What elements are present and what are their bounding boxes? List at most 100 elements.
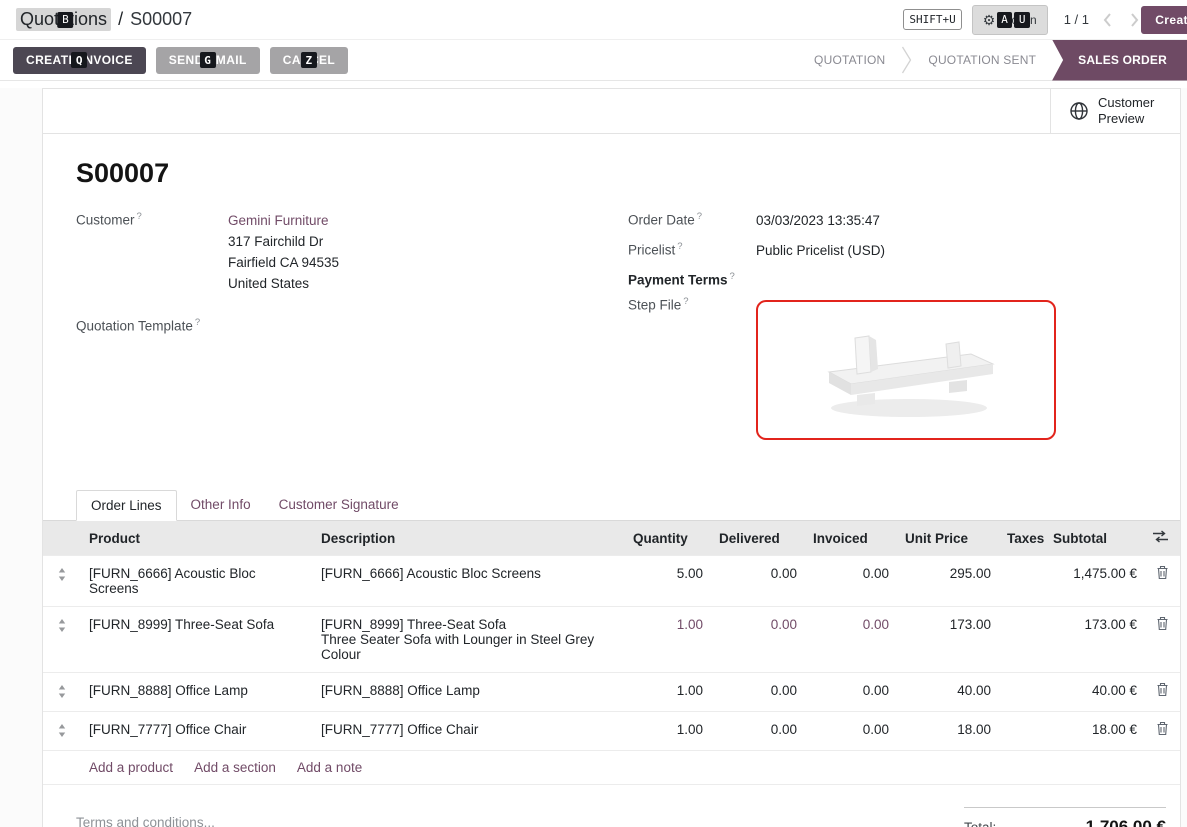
sheet-bottom: Terms and conditions... Total: 1,706.00 … <box>43 785 1180 827</box>
column-taxes[interactable]: Taxes <box>999 521 1045 556</box>
trash-icon <box>1157 722 1168 735</box>
help-icon: ? <box>137 211 142 222</box>
cell-taxes[interactable] <box>999 712 1045 751</box>
trash-icon <box>1157 617 1168 630</box>
cell-product[interactable]: [FURN_8999] Three-Seat Sofa <box>81 607 313 673</box>
help-icon: ? <box>195 317 200 328</box>
cell-invoiced[interactable]: 0.00 <box>805 556 897 607</box>
cell-product[interactable]: [FURN_6666] Acoustic Bloc Screens <box>81 556 313 607</box>
help-icon: ? <box>697 211 702 222</box>
description-line: [FURN_7777] Office Chair <box>321 722 478 737</box>
tab-order-lines[interactable]: Order Lines <box>76 490 177 521</box>
pricelist-value[interactable]: Public Pricelist (USD) <box>756 241 885 262</box>
cell-delivered[interactable]: 0.00 <box>711 712 805 751</box>
cell-invoiced[interactable]: 0.00 <box>805 607 897 673</box>
field-quotation-template[interactable]: Quotation Template? <box>76 317 628 334</box>
delete-line-button[interactable] <box>1145 712 1180 751</box>
row-drag-handle[interactable] <box>43 556 81 607</box>
status-separator-icon <box>901 46 912 74</box>
drag-handle-icon <box>58 619 66 632</box>
tab-customer-signature[interactable]: Customer Signature <box>265 490 413 520</box>
tab-other-info[interactable]: Other Info <box>177 490 265 520</box>
order-date-field-label: Order Date? <box>628 211 756 232</box>
add-product-link[interactable]: Add a product <box>89 760 173 775</box>
customer-link[interactable]: Gemini Furniture <box>228 213 329 228</box>
create-invoice-button[interactable]: CREATE INVOICE Q <box>13 47 146 74</box>
order-line-row: [FURN_8888] Office Lamp [FURN_8888] Offi… <box>43 673 1180 712</box>
cell-delivered[interactable]: 0.00 <box>711 607 805 673</box>
cell-taxes[interactable] <box>999 673 1045 712</box>
total-label: Total: <box>964 820 996 827</box>
create-button[interactable]: Create <box>1141 6 1187 34</box>
table-header-row: Product Description Quantity Delivered I… <box>43 521 1180 556</box>
status-step-quotation[interactable]: QUOTATION <box>798 40 901 81</box>
chevron-right-icon <box>1130 13 1139 27</box>
shortcut-badge-b: B <box>58 12 74 28</box>
cell-description[interactable]: [FURN_8999] Three-Seat SofaThree Seater … <box>313 607 625 673</box>
cell-quantity[interactable]: 1.00 <box>625 607 711 673</box>
optional-columns-toggle[interactable] <box>1145 521 1180 556</box>
delete-line-button[interactable] <box>1145 556 1180 607</box>
odoo-sales-app: Quotations B / S00007 SHIFT+U ⚙ Action A… <box>0 0 1187 827</box>
column-product[interactable]: Product <box>81 521 313 556</box>
breadcrumb-quotations[interactable]: Quotations B <box>16 8 111 31</box>
column-subtotal[interactable]: Subtotal <box>1045 521 1145 556</box>
shortcut-badge-u: U <box>1014 12 1030 28</box>
record-pager-value: 1 / 1 <box>1064 12 1089 27</box>
cell-unit-price[interactable]: 18.00 <box>897 712 999 751</box>
action-menu-button[interactable]: ⚙ Action A U <box>972 5 1048 35</box>
column-invoiced[interactable]: Invoiced <box>805 521 897 556</box>
cell-invoiced[interactable]: 0.00 <box>805 673 897 712</box>
add-section-link[interactable]: Add a section <box>194 760 276 775</box>
cell-invoiced[interactable]: 0.00 <box>805 712 897 751</box>
step-file-3d-preview <box>791 310 1021 430</box>
status-step-sales-order[interactable]: SALES ORDER <box>1052 40 1187 81</box>
delete-line-button[interactable] <box>1145 673 1180 712</box>
cell-subtotal: 18.00 € <box>1045 712 1145 751</box>
customer-preview-button[interactable]: Customer Preview <box>1050 89 1180 133</box>
cancel-button[interactable]: CANCEL Z <box>270 47 348 74</box>
description-line-2: Three Seater Sofa with Lounger in Steel … <box>321 632 617 662</box>
cell-description[interactable]: [FURN_6666] Acoustic Bloc Screens <box>313 556 625 607</box>
row-drag-handle[interactable] <box>43 673 81 712</box>
breadcrumb-current: S00007 <box>130 9 192 30</box>
delete-line-button[interactable] <box>1145 607 1180 673</box>
cell-description[interactable]: [FURN_7777] Office Chair <box>313 712 625 751</box>
payment-terms-field-label: Payment Terms? <box>628 271 756 288</box>
fields-left-column: Customer? Gemini Furniture 317 Fairchild… <box>76 211 628 457</box>
drag-handle-icon <box>58 685 66 698</box>
field-payment-terms[interactable]: Payment Terms? <box>628 271 1147 288</box>
send-email-button[interactable]: SEND EMAIL G <box>156 47 260 74</box>
cell-description[interactable]: [FURN_8888] Office Lamp <box>313 673 625 712</box>
field-customer: Customer? Gemini Furniture 317 Fairchild… <box>76 211 628 295</box>
column-delivered[interactable]: Delivered <box>711 521 805 556</box>
cell-delivered[interactable]: 0.00 <box>711 673 805 712</box>
pager-previous-button[interactable] <box>1099 11 1116 29</box>
cell-quantity[interactable]: 1.00 <box>625 712 711 751</box>
status-step-quotation-sent[interactable]: QUOTATION SENT <box>912 40 1052 81</box>
column-quantity[interactable]: Quantity <box>625 521 711 556</box>
cell-unit-price[interactable]: 40.00 <box>897 673 999 712</box>
column-unit-price[interactable]: Unit Price <box>897 521 999 556</box>
cell-product[interactable]: [FURN_8888] Office Lamp <box>81 673 313 712</box>
order-date-value[interactable]: 03/03/2023 13:35:47 <box>756 211 880 232</box>
cell-taxes[interactable] <box>999 556 1045 607</box>
breadcrumb-separator: / <box>118 9 123 30</box>
sheet-top-strip: Customer Preview <box>43 89 1180 134</box>
cell-quantity[interactable]: 1.00 <box>625 673 711 712</box>
help-icon: ? <box>677 241 682 252</box>
step-file-image[interactable] <box>756 300 1056 440</box>
statusbar: QUOTATION QUOTATION SENT SALES ORDER <box>798 40 1187 81</box>
row-drag-handle[interactable] <box>43 712 81 751</box>
terms-and-conditions-input[interactable]: Terms and conditions... <box>76 807 215 827</box>
customer-field-label: Customer? <box>76 211 228 295</box>
cell-delivered[interactable]: 0.00 <box>711 556 805 607</box>
cell-product[interactable]: [FURN_7777] Office Chair <box>81 712 313 751</box>
row-drag-handle[interactable] <box>43 607 81 673</box>
cell-unit-price[interactable]: 295.00 <box>897 556 999 607</box>
cell-unit-price[interactable]: 173.00 <box>897 607 999 673</box>
add-note-link[interactable]: Add a note <box>297 760 362 775</box>
cell-quantity[interactable]: 5.00 <box>625 556 711 607</box>
cell-taxes[interactable] <box>999 607 1045 673</box>
column-description[interactable]: Description <box>313 521 625 556</box>
